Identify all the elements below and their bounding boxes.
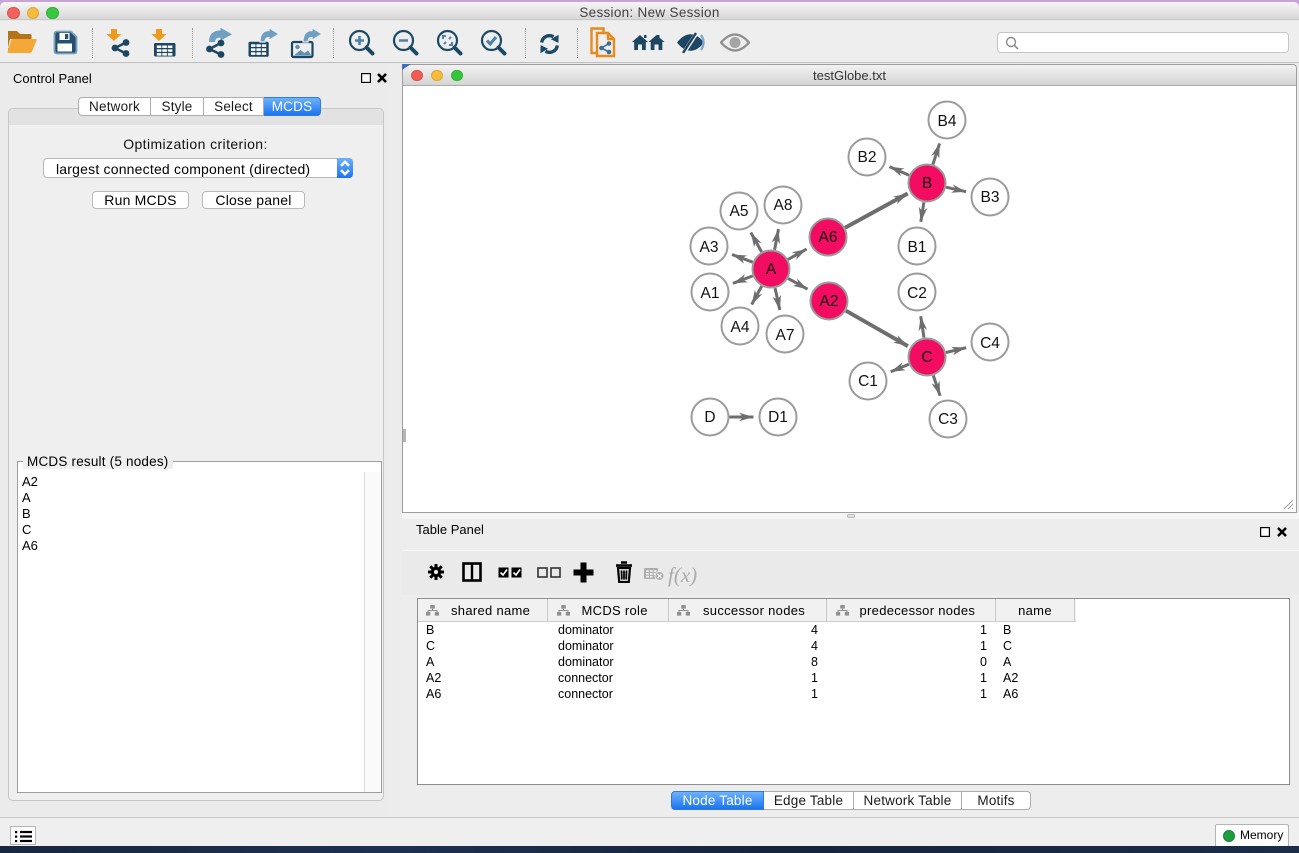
svg-text:C2: C2 [907,285,927,302]
svg-text:A5: A5 [730,203,749,220]
svg-text:A: A [766,261,777,278]
svg-text:B1: B1 [908,239,927,256]
svg-text:B: B [922,175,932,192]
svg-text:A3: A3 [700,239,719,256]
svg-text:D: D [704,409,715,426]
svg-text:C4: C4 [980,335,1000,352]
svg-text:D1: D1 [768,409,788,426]
svg-text:A6: A6 [819,229,838,246]
svg-text:A2: A2 [820,293,839,310]
svg-text:A4: A4 [731,319,750,336]
svg-text:C1: C1 [858,373,878,390]
svg-text:C3: C3 [938,411,958,428]
svg-text:A1: A1 [701,285,720,302]
svg-text:B4: B4 [938,113,957,130]
svg-text:A8: A8 [774,197,793,214]
svg-text:B2: B2 [858,149,877,166]
svg-text:A7: A7 [776,327,795,344]
svg-text:B3: B3 [981,189,1000,206]
svg-text:C: C [921,349,932,366]
